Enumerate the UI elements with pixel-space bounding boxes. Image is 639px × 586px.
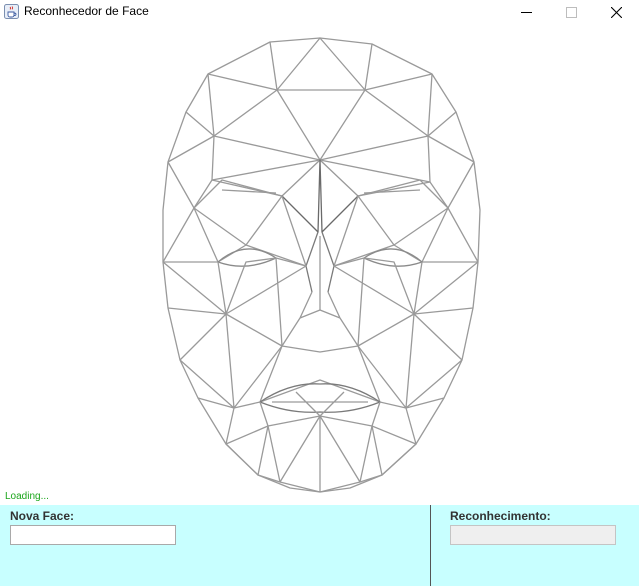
face-mesh-canvas (162, 37, 481, 493)
java-cup-icon (4, 4, 19, 19)
recognition-output-field (450, 525, 616, 545)
maximize-icon (566, 6, 577, 18)
close-button[interactable] (594, 0, 639, 24)
new-face-label: Nova Face: (10, 509, 75, 523)
recognition-label: Reconhecimento: (450, 509, 551, 523)
new-face-input[interactable] (10, 525, 176, 545)
panel-divider (430, 505, 431, 586)
maximize-button[interactable] (549, 0, 594, 24)
loading-status: Loading... (5, 491, 49, 502)
minimize-icon (521, 11, 532, 13)
window-title: Reconhecedor de Face (24, 4, 149, 18)
minimize-button[interactable] (504, 0, 549, 24)
title-bar: Reconhecedor de Face (0, 0, 639, 24)
close-icon (611, 6, 622, 18)
